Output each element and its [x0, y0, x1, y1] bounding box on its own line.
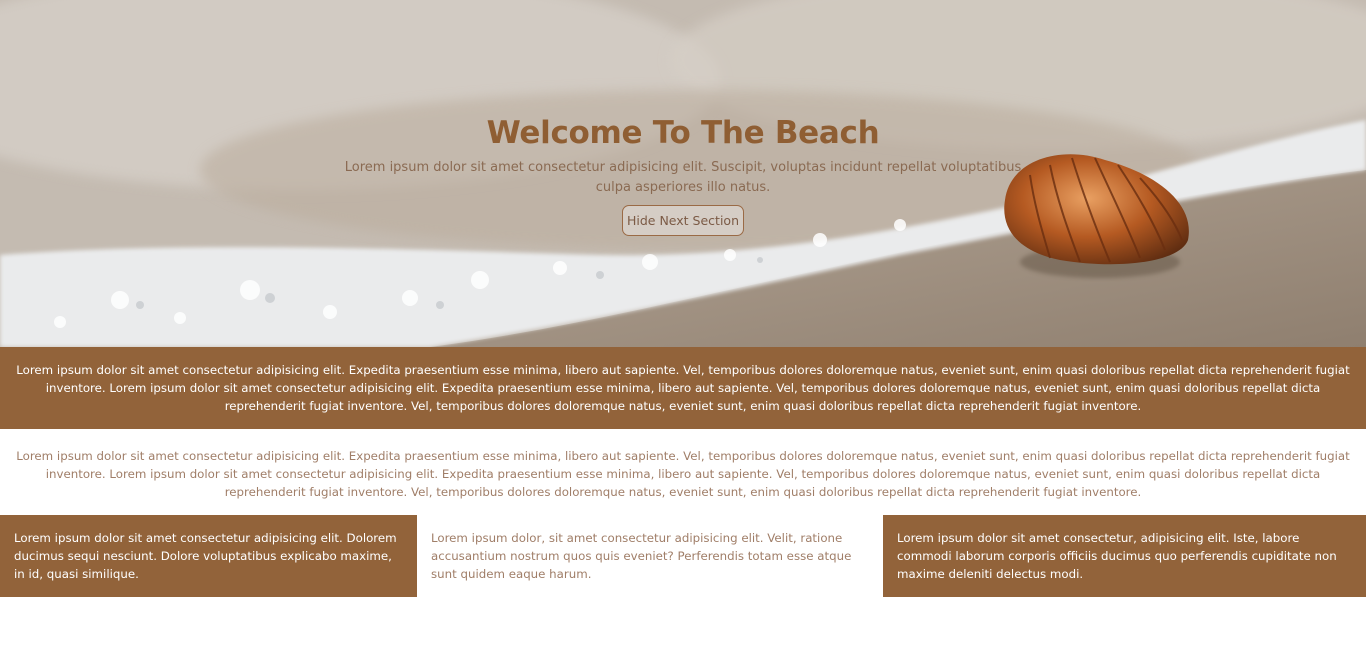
column-right: Lorem ipsum dolor sit amet consectetur, …: [883, 515, 1366, 597]
brown-section-text: Lorem ipsum dolor sit amet consectetur a…: [16, 363, 1350, 413]
hero-description: Lorem ipsum dolor sit amet consectetur a…: [344, 160, 1022, 195]
column-middle-text: Lorem ipsum dolor, sit amet consectetur …: [431, 531, 852, 581]
white-section-text: Lorem ipsum dolor sit amet consectetur a…: [16, 449, 1350, 499]
brown-text-section: Lorem ipsum dolor sit amet consectetur a…: [0, 347, 1366, 429]
hero-title: Welcome To The Beach: [486, 115, 880, 151]
white-text-section: Lorem ipsum dolor sit amet consectetur a…: [0, 429, 1366, 515]
column-middle: Lorem ipsum dolor, sit amet consectetur …: [417, 515, 883, 597]
hero-content: Welcome To The Beach Lorem ipsum dolor s…: [0, 112, 1366, 236]
column-left: Lorem ipsum dolor sit amet consectetur a…: [0, 515, 417, 597]
column-left-text: Lorem ipsum dolor sit amet consectetur a…: [14, 531, 397, 581]
hero-section: Welcome To The Beach Lorem ipsum dolor s…: [0, 0, 1366, 347]
hide-next-section-button[interactable]: Hide Next Section: [621, 205, 744, 236]
three-column-section: Lorem ipsum dolor sit amet consectetur a…: [0, 515, 1366, 597]
column-right-text: Lorem ipsum dolor sit amet consectetur, …: [897, 531, 1337, 581]
